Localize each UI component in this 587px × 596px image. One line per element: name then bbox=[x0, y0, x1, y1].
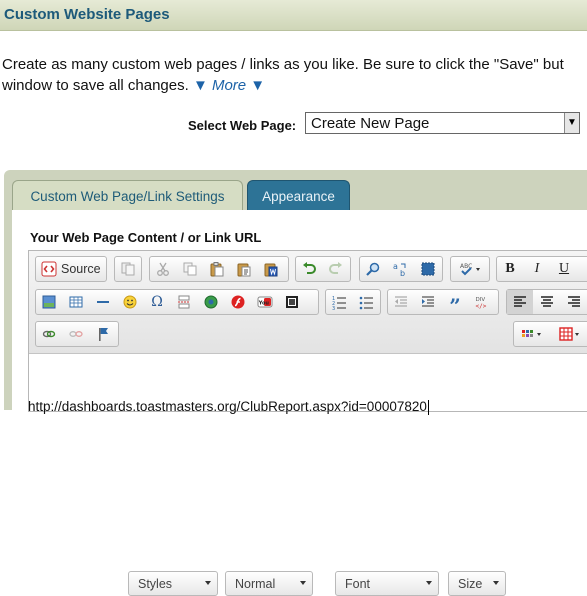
flash-icon[interactable] bbox=[225, 290, 251, 314]
svg-text:</>: </> bbox=[476, 303, 487, 310]
section-title: Custom Website Pages bbox=[4, 6, 170, 23]
text-style-group: B I U bbox=[496, 256, 587, 282]
paste-word-icon[interactable] bbox=[258, 257, 284, 281]
section-header: Custom Website Pages bbox=[0, 0, 587, 31]
tab-custom-web-page-link-settings[interactable]: Custom Web Page/Link Settings bbox=[12, 180, 243, 210]
styles-label: Styles bbox=[138, 577, 173, 591]
undo-icon[interactable] bbox=[296, 257, 322, 281]
intro-line-2-text: window to save all changes. bbox=[2, 77, 189, 94]
dropdown-arrow-icon[interactable]: ▼ bbox=[564, 113, 579, 133]
source-icon bbox=[41, 261, 57, 282]
text-caret bbox=[427, 399, 429, 415]
source-label: Source bbox=[61, 262, 101, 276]
blockquote-icon[interactable]: ” bbox=[442, 290, 468, 318]
align-right-icon[interactable] bbox=[561, 290, 587, 314]
background-color-icon[interactable] bbox=[554, 322, 587, 346]
unlink-icon[interactable] bbox=[63, 322, 89, 346]
numbered-list-icon[interactable]: 123 bbox=[326, 290, 352, 314]
italic-icon[interactable]: I bbox=[524, 257, 550, 281]
size-label: Size bbox=[458, 577, 483, 591]
link-group bbox=[35, 321, 119, 347]
copy-icon[interactable] bbox=[177, 257, 203, 281]
text-color-icon[interactable] bbox=[516, 322, 550, 346]
select-page-label: Select Web Page: bbox=[188, 118, 297, 133]
templates-icon[interactable] bbox=[115, 257, 141, 281]
color-group bbox=[513, 321, 587, 347]
replace-icon[interactable]: ab bbox=[387, 257, 413, 281]
find-group: ab bbox=[359, 256, 443, 282]
outdent-icon[interactable] bbox=[388, 290, 414, 314]
iframe-icon[interactable] bbox=[198, 290, 224, 314]
styles-dropdown[interactable]: Styles bbox=[128, 571, 218, 596]
anchor-icon[interactable] bbox=[90, 322, 116, 346]
bulleted-list-icon[interactable] bbox=[353, 290, 379, 314]
format-chevron-down-icon bbox=[300, 581, 306, 585]
intro-line-2: window to save all changes. ▼ More ▼ bbox=[2, 75, 587, 96]
source-button[interactable]: Source bbox=[35, 256, 107, 282]
clipboard-group bbox=[149, 256, 289, 282]
align-center-icon[interactable] bbox=[534, 290, 560, 314]
page-break-icon[interactable] bbox=[171, 290, 197, 314]
paste-icon[interactable] bbox=[204, 257, 230, 281]
redo-icon[interactable] bbox=[323, 257, 349, 281]
image-icon[interactable] bbox=[36, 290, 62, 314]
more-link[interactable]: ▼ More ▼ bbox=[193, 77, 265, 94]
underline-icon[interactable]: U bbox=[551, 257, 577, 281]
video-icon[interactable] bbox=[279, 290, 305, 314]
font-label: Font bbox=[345, 577, 371, 591]
align-left-icon[interactable] bbox=[507, 290, 533, 314]
table-icon[interactable] bbox=[63, 290, 89, 314]
intro-text: Create as many custom web pages / links … bbox=[2, 54, 587, 96]
cut-icon[interactable] bbox=[150, 257, 176, 281]
select-page-value: Create New Page bbox=[311, 115, 430, 132]
select-all-icon[interactable] bbox=[415, 257, 441, 281]
indent-group: ” DIV </> bbox=[387, 289, 499, 318]
link-icon[interactable] bbox=[36, 322, 62, 346]
size-dropdown[interactable]: Size bbox=[448, 571, 506, 596]
svg-text:3: 3 bbox=[332, 306, 335, 310]
bold-icon[interactable]: B bbox=[497, 257, 523, 281]
insert-group: Ω You bbox=[35, 289, 319, 315]
svg-text:You: You bbox=[258, 301, 270, 307]
template-group bbox=[114, 256, 142, 282]
create-div-icon[interactable]: DIV </> bbox=[469, 290, 495, 314]
format-label: Normal bbox=[235, 577, 276, 591]
indent-icon[interactable] bbox=[415, 290, 441, 314]
find-icon[interactable] bbox=[360, 257, 386, 281]
align-group bbox=[506, 289, 587, 315]
editor-url-text: http://dashboards.toastmasters.org/ClubR… bbox=[28, 399, 427, 414]
svg-text:b: b bbox=[400, 269, 405, 277]
smiley-icon[interactable] bbox=[117, 290, 143, 314]
svg-text:a: a bbox=[393, 262, 398, 271]
size-chevron-down-icon bbox=[493, 581, 499, 585]
editor-content-text[interactable]: http://dashboards.toastmasters.org/ClubR… bbox=[28, 399, 429, 415]
youtube-icon[interactable]: You bbox=[252, 290, 278, 314]
tab-appearance[interactable]: Appearance bbox=[247, 180, 350, 210]
special-char-icon[interactable]: Ω bbox=[144, 290, 170, 314]
undo-redo-group bbox=[295, 256, 351, 282]
select-page-dropdown[interactable]: Create New Page ▼ bbox=[305, 112, 580, 134]
horizontal-line-icon[interactable] bbox=[90, 290, 116, 314]
intro-line-1: Create as many custom web pages / links … bbox=[2, 56, 564, 73]
spellcheck-group: ABC bbox=[450, 256, 490, 282]
styles-chevron-down-icon bbox=[205, 581, 211, 585]
editor-toolbar: Source a b ABC B I U Ω You 1 2 3 ” DIV <… bbox=[29, 251, 587, 596]
paste-text-icon[interactable] bbox=[231, 257, 257, 281]
content-label: Your Web Page Content / or Link URL bbox=[30, 230, 262, 245]
font-chevron-down-icon bbox=[426, 581, 432, 585]
spellcheck-icon[interactable]: ABC bbox=[454, 257, 488, 281]
font-dropdown[interactable]: Font bbox=[335, 571, 439, 596]
list-group: 123 bbox=[325, 289, 381, 315]
format-dropdown[interactable]: Normal bbox=[225, 571, 313, 596]
